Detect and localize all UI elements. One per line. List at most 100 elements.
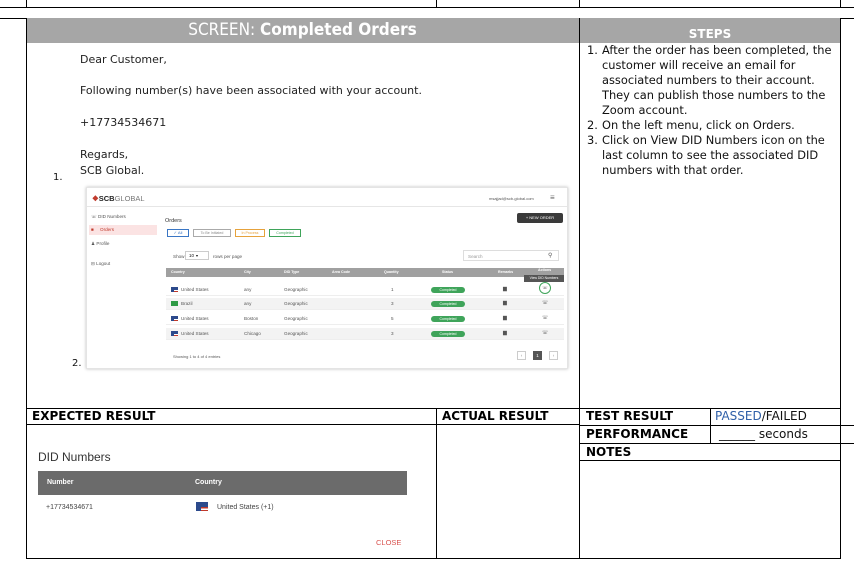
item-number-1: 1. bbox=[53, 172, 63, 183]
search-input[interactable]: Search ⚲ bbox=[463, 250, 559, 261]
border-bottom bbox=[26, 558, 841, 559]
notes-row-bottom bbox=[579, 460, 841, 461]
prev-page-button[interactable]: ‹ bbox=[517, 351, 526, 360]
filter-tab-in-process[interactable]: In Process bbox=[235, 229, 265, 237]
step-text: Click on View DID Numbers icon on the la… bbox=[602, 133, 825, 177]
steps-list: 1. After the order has been completed, th… bbox=[587, 43, 835, 178]
table-row: United States any Geographic 1 Completed… bbox=[166, 282, 564, 296]
perf-row-bottom bbox=[579, 443, 854, 444]
filter-all-label: ✓ All bbox=[173, 230, 183, 235]
rows-select-value: 10 bbox=[189, 253, 195, 258]
sidebar-item-logout[interactable]: ⊟ Logout bbox=[91, 261, 110, 267]
view-did-numbers-icon[interactable]: ☏ bbox=[542, 300, 548, 306]
passed-text: PASSED bbox=[715, 409, 762, 423]
show-label: Show bbox=[173, 254, 185, 259]
filter-tab-all[interactable]: ✓ All bbox=[167, 229, 189, 237]
test-result-value[interactable]: PASSED/FAILED bbox=[715, 409, 807, 423]
email-regards: Regards, bbox=[80, 148, 129, 161]
steps-title: STEPS bbox=[688, 27, 732, 41]
did-row-number: +17734534671 bbox=[46, 504, 93, 511]
border-left bbox=[26, 18, 27, 559]
header-rule-right bbox=[840, 18, 854, 19]
email-signature: SCB Global. bbox=[80, 164, 145, 177]
col-city: City bbox=[244, 270, 251, 274]
status-badge: Completed bbox=[431, 301, 465, 307]
phone-icon: ☏ bbox=[91, 214, 97, 219]
hamburger-icon[interactable]: ≡ bbox=[550, 193, 555, 202]
search-placeholder: Search bbox=[468, 254, 483, 259]
sidebar-item-did-numbers[interactable]: ☏ DID Numbers bbox=[91, 214, 157, 222]
sidebar-item-orders[interactable]: ■ Orders bbox=[89, 225, 157, 235]
new-order-button[interactable]: + NEW ORDER bbox=[517, 213, 563, 223]
col-actions: Actions bbox=[538, 268, 552, 272]
top-tick-d bbox=[840, 0, 841, 8]
logo-bold: SCB bbox=[98, 194, 115, 203]
view-did-numbers-icon[interactable]: ☏ bbox=[542, 330, 548, 336]
rows-per-page-label: rows per page bbox=[213, 254, 243, 259]
item-number-2: 2. bbox=[72, 358, 82, 369]
row-city: Chicago bbox=[244, 331, 261, 336]
row-qty: 5 bbox=[391, 316, 394, 321]
did-dialog-title: DID Numbers bbox=[38, 450, 111, 464]
test-row-bottom bbox=[579, 425, 854, 426]
rows-select[interactable]: 10 ▼ bbox=[185, 251, 209, 260]
result-split bbox=[710, 408, 711, 444]
sidebar: ☏ DID Numbers ■ Orders ♟ Profile ⊟ Logou… bbox=[87, 207, 159, 368]
remarks-icon[interactable]: ▆ bbox=[503, 286, 507, 292]
table-row: United States Chicago Geographic 3 Compl… bbox=[166, 328, 564, 340]
orders-table-header: Country City DID Type Area Code Quantity… bbox=[166, 268, 564, 277]
expected-result-label: EXPECTED RESULT bbox=[32, 409, 156, 423]
step-text: After the order has been completed, the … bbox=[602, 43, 832, 117]
next-page-button[interactable]: › bbox=[549, 351, 558, 360]
filter-tab-completed[interactable]: Completed bbox=[269, 229, 301, 237]
us-flag-icon bbox=[171, 287, 178, 292]
top-tick-c bbox=[579, 0, 580, 8]
us-flag-icon bbox=[171, 331, 178, 336]
view-did-numbers-icon[interactable]: ☏ bbox=[542, 315, 548, 321]
page-1-button[interactable]: 1 bbox=[533, 351, 542, 360]
border-steps bbox=[579, 18, 580, 559]
header-rule-left bbox=[0, 18, 26, 19]
sidebar-item-profile[interactable]: ♟ Profile bbox=[91, 241, 109, 247]
col-remarks: Remarks bbox=[498, 270, 514, 274]
row-country: United States bbox=[181, 287, 209, 292]
did-row-country: United States (+1) bbox=[217, 504, 274, 511]
close-button[interactable]: CLOSE bbox=[376, 538, 401, 547]
filter-completed-label: Completed bbox=[276, 231, 294, 235]
brazil-flag-icon bbox=[171, 301, 178, 306]
did-table-header: Number Country bbox=[38, 471, 407, 495]
row-city: any bbox=[244, 301, 252, 306]
actual-result-label: ACTUAL RESULT bbox=[442, 409, 549, 423]
remarks-icon[interactable]: ▆ bbox=[503, 315, 507, 321]
user-icon: ♟ bbox=[91, 241, 96, 246]
status-badge: Completed bbox=[431, 331, 465, 337]
orders-app-screenshot: ❖SCBGLOBAL msajjad@scb-global.com ≡ ☏ DI… bbox=[86, 187, 568, 369]
border-actual bbox=[436, 408, 437, 559]
email-body: Dear Customer, Following number(s) have … bbox=[80, 0, 500, 180]
status-badge: Completed bbox=[431, 287, 465, 293]
border-right bbox=[840, 18, 841, 559]
remarks-icon[interactable]: ▆ bbox=[503, 330, 507, 336]
performance-label: PERFORMANCE bbox=[586, 427, 689, 441]
current-page: 1 bbox=[536, 353, 539, 358]
row-country: United States bbox=[181, 316, 209, 321]
remarks-icon[interactable]: ▆ bbox=[503, 300, 507, 306]
step-text: On the left menu, click on Orders. bbox=[602, 118, 795, 132]
row-country: Brazil bbox=[181, 301, 193, 306]
step-item: 1. After the order has been completed, th… bbox=[587, 43, 835, 118]
steps-header: STEPS bbox=[580, 18, 840, 43]
status-badge: Completed bbox=[431, 316, 465, 322]
step-item: 2. On the left menu, click on Orders. bbox=[587, 118, 835, 133]
performance-value[interactable]: ______ seconds bbox=[719, 427, 808, 441]
top-tick-a bbox=[26, 0, 27, 8]
step-number: 3. bbox=[587, 133, 598, 147]
sidebar-label-logout: Logout bbox=[96, 261, 111, 266]
filter-inproc-label: In Process bbox=[241, 231, 259, 235]
row-city: any bbox=[244, 287, 252, 292]
cart-icon: ■ bbox=[91, 227, 94, 232]
dropdown-icon: ▼ bbox=[195, 254, 199, 258]
filter-tab-to-be-initiated[interactable]: To Be Initiated bbox=[193, 229, 231, 237]
view-did-numbers-icon[interactable]: ☏ bbox=[539, 282, 551, 294]
tooltip-text: View DID Numbers bbox=[529, 276, 559, 280]
sidebar-label-profile: Profile bbox=[96, 241, 110, 246]
